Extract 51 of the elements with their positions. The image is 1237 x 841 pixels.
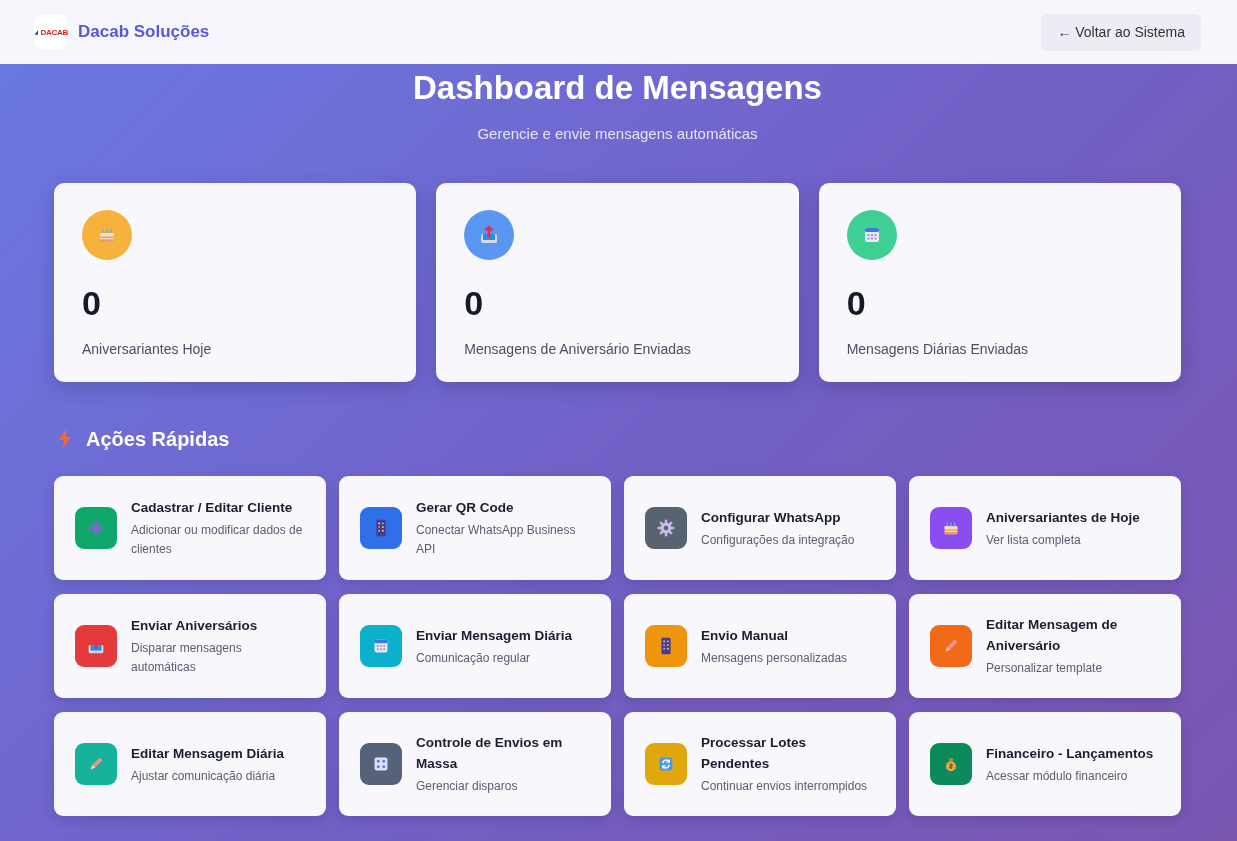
action-title: Gerar QR Code <box>416 499 515 517</box>
plus-icon <box>85 517 107 539</box>
action-card[interactable]: Controle de Envios em Massa Gerenciar disparos <box>339 712 611 816</box>
stat-label: Aniversariantes Hoje <box>82 341 213 357</box>
action-card[interactable]: Configurar WhatsApp Configurações da integração <box>624 476 896 580</box>
lightning-icon <box>58 429 72 449</box>
action-title: Enviar Mensagem Diária <box>416 626 573 645</box>
page-subtitle: Gerencie e envie mensagens automáticas <box>476 125 759 142</box>
action-description: Adicionar ou modificar dados de clientes <box>131 522 304 558</box>
company-logo: DACAB <box>34 15 68 49</box>
action-description: Acessar módulo financeiro <box>986 767 1129 785</box>
action-description: Configurações da integração <box>701 531 855 549</box>
action-card[interactable]: Enviar Mensagem Diária Comunicação regular <box>339 594 611 698</box>
action-card[interactable]: Envio Manual Mensagens personalizadas <box>624 594 896 698</box>
action-description: Ver lista completa <box>986 531 1082 549</box>
action-card[interactable]: Processar Lotes Pendentes Continuar envios interrompidos <box>624 712 896 816</box>
action-description: Mensagens personalizadas <box>701 649 848 667</box>
action-card[interactable]: Aniversariantes de Hoje Ver lista completa <box>909 476 1181 580</box>
action-title: Envio Manual <box>701 626 789 645</box>
action-card[interactable]: Financeiro - Lançamentos Acessar módulo financeiro <box>909 712 1181 816</box>
action-description: Continuar envios interrompidos <box>701 778 869 795</box>
action-title: Aniversariantes de Hoje <box>986 508 1140 527</box>
action-title: Editar Mensagem de Aniversário <box>986 616 1119 655</box>
action-card[interactable]: Enviar Aniversários Disparar mensagens automáticas <box>54 594 326 698</box>
action-title: Controle de Envios em Massa <box>416 734 564 773</box>
stat-label: Mensagens de Aniversário Enviadas <box>464 341 692 357</box>
stat-label: Mensagens Diárias Enviadas <box>846 341 1029 357</box>
action-description: Disparar mensagens automáticas <box>131 640 243 676</box>
action-description: Gerenciar disparos <box>416 778 519 795</box>
action-title: Editar Mensagem Diária <box>131 744 285 763</box>
action-card[interactable]: Cadastrar / Editar Cliente Adicionar ou modificar dados de clientes <box>54 476 326 580</box>
section-title: Ações Rápidas <box>86 427 230 451</box>
stat-value: 0 <box>464 284 485 323</box>
action-card[interactable]: Editar Mensagem Diária Ajustar comunicação diária <box>54 712 326 816</box>
action-card[interactable]: Editar Mensagem de Aniversário Personalizar template <box>909 594 1181 698</box>
action-description: Personalizar template <box>986 660 1104 677</box>
action-title: Configurar WhatsApp <box>701 508 842 527</box>
action-title: Enviar Aniversários <box>131 617 259 635</box>
page-title: Dashboard de Mensagens <box>412 68 823 108</box>
action-description: Ajustar comunicação diária <box>131 767 277 785</box>
brand-name: Dacab Soluções <box>78 22 210 42</box>
action-description: Conectar WhatsApp Business API <box>416 522 577 558</box>
back-button[interactable]: ← Voltar ao Sistema <box>1041 13 1201 51</box>
settings-icon <box>655 517 677 539</box>
action-title: Processar Lotes Pendentes <box>701 734 808 773</box>
action-description: Comunicação regular <box>416 649 532 667</box>
action-card[interactable]: Gerar QR Code Conectar WhatsApp Business API <box>339 476 611 580</box>
action-title: Cadastrar / Editar Cliente <box>131 499 294 517</box>
stat-value: 0 <box>82 284 102 323</box>
action-title: Financeiro - Lançamentos <box>986 744 1154 763</box>
stat-value: 0 <box>846 284 867 323</box>
